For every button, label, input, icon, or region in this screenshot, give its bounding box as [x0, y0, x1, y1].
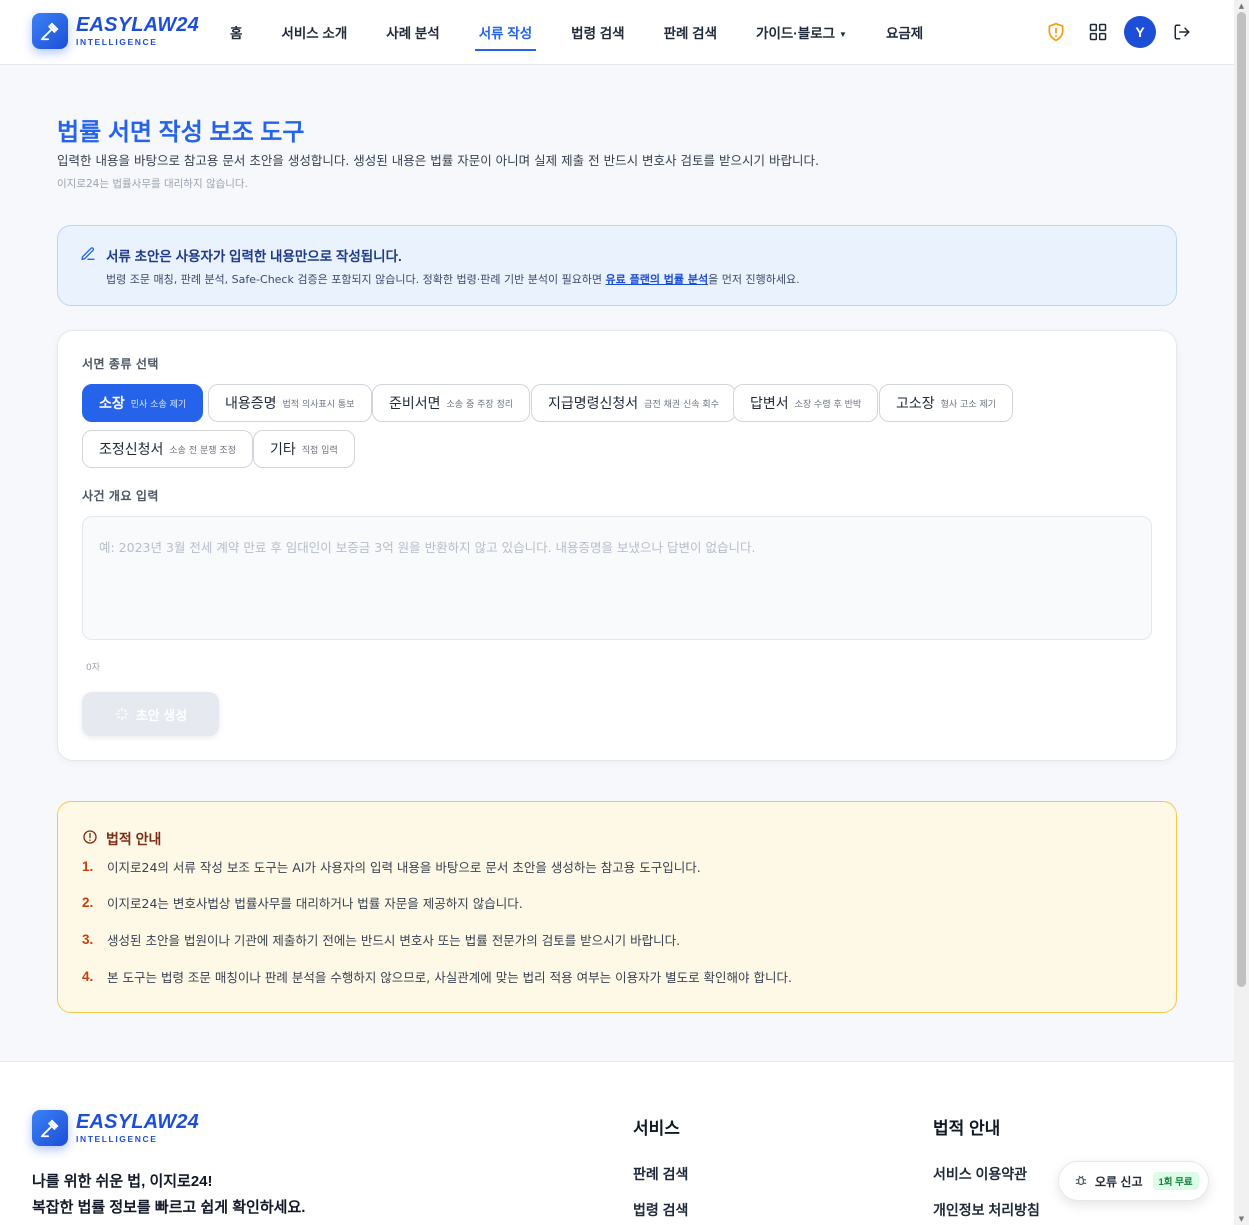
gavel-logo-icon — [32, 1110, 68, 1146]
chip-name: 소장 — [99, 395, 125, 411]
nav-document-writing[interactable]: 서류 작성 — [474, 18, 537, 51]
paid-plan-analysis-link[interactable]: 유료 플랜의 법률 분석 — [606, 273, 709, 286]
logo-sub: INTELLIGENCE — [76, 37, 158, 48]
chip-name: 고소장 — [896, 395, 935, 411]
legal-item-num: 3. — [82, 932, 94, 947]
edit-note-icon — [80, 246, 96, 266]
chevron-down-icon: ▼ — [839, 29, 847, 39]
main-nav: 홈 서비스 소개 사례 분석 서류 작성 법령 검색 판례 검색 가이드·블로그… — [226, 0, 958, 64]
chip-name: 답변서 — [750, 395, 789, 411]
nav-case-analysis[interactable]: 사례 분석 — [382, 18, 443, 46]
footer: EASYLAW24 INTELLIGENCE 나를 위한 쉬운 법, 이지로24… — [0, 1061, 1234, 1225]
notice-body-before: 법령 조문 매칭, 판례 분석, Safe-Check 검증은 포함되지 않습니… — [106, 273, 606, 286]
case-summary-label: 사건 개요 입력 — [82, 489, 159, 503]
legal-item: 2. 이지로24는 변호사법상 법률사무를 대리하거나 법률 자문을 제공하지 … — [82, 893, 523, 912]
nav-precedent-search[interactable]: 판례 검색 — [660, 18, 721, 46]
footer-link-terms[interactable]: 서비스 이용약관 — [933, 1164, 1027, 1184]
footer-link-precedent-search[interactable]: 판례 검색 — [633, 1164, 688, 1184]
legal-item: 3. 생성된 초안을 법원이나 기관에 제출하기 전에는 반드시 변호사 또는 … — [82, 930, 680, 949]
doc-type-chip-answer[interactable]: 답변서 소장 수령 후 반박 — [733, 384, 879, 422]
chip-name: 지급명령신청서 — [548, 395, 639, 411]
free-badge: 1회 무료 — [1152, 1172, 1199, 1190]
chip-desc: 금전 채권 신속 회수 — [644, 399, 719, 410]
chip-desc: 소송 중 주장 정리 — [446, 399, 514, 410]
notice-body-after: 을 먼저 진행하세요. — [708, 273, 800, 286]
gavel-logo-icon — [32, 13, 68, 49]
chip-desc: 형사 고소 제기 — [940, 399, 997, 410]
nav-law-search[interactable]: 법령 검색 — [567, 18, 628, 46]
nav-service-intro[interactable]: 서비스 소개 — [277, 18, 351, 46]
logout-icon[interactable] — [1166, 16, 1198, 48]
nav-pricing[interactable]: 요금제 — [882, 18, 927, 46]
footer-link-law-search[interactable]: 법령 검색 — [633, 1200, 688, 1220]
legal-item-num: 2. — [82, 895, 94, 910]
doc-type-chip-mediation[interactable]: 조정신청서 소송 전 분쟁 조정 — [82, 430, 253, 468]
legal-item-num: 4. — [82, 969, 94, 984]
avatar[interactable]: Y — [1124, 16, 1156, 48]
legal-item-num: 1. — [82, 859, 94, 874]
shield-alert-icon[interactable] — [1040, 16, 1072, 48]
footer-slogan-line1: 나를 위한 쉬운 법, 이지로24! — [32, 1173, 213, 1190]
notice-title: 서류 초안은 사용자가 입력한 내용만으로 작성됩니다. — [106, 249, 402, 264]
char-count: 0자 — [86, 663, 101, 673]
header-actions: Y — [1030, 16, 1198, 48]
footer-logo[interactable]: EASYLAW24 INTELLIGENCE — [32, 1110, 199, 1146]
doc-type-chip-complaint[interactable]: 소장 민사 소송 제기 — [82, 384, 204, 422]
generate-draft-label: 초안 생성 — [135, 707, 188, 723]
logo-name: EASYLAW24 — [76, 14, 199, 37]
error-report-button[interactable]: 오류 신고 1회 무료 — [1058, 1161, 1209, 1201]
top-header: EASYLAW24 INTELLIGENCE 홈 서비스 소개 사례 분석 서류… — [0, 0, 1234, 65]
bug-icon — [1075, 1175, 1087, 1186]
chip-desc: 소장 수령 후 반박 — [794, 399, 862, 410]
page-description: 입력한 내용을 바탕으로 참고용 문서 초안을 생성합니다. 생성된 내용은 법… — [57, 153, 819, 168]
chip-name: 내용증명 — [225, 395, 277, 411]
chip-desc: 소송 전 분쟁 조정 — [169, 445, 236, 456]
chip-desc: 민사 소송 제기 — [130, 399, 187, 410]
info-notice: 서류 초안은 사용자가 입력한 내용만으로 작성됩니다. 법령 조문 매칭, 판… — [57, 225, 1177, 306]
doc-type-chip-certified-mail[interactable]: 내용증명 법적 의사표시 통보 — [208, 384, 372, 422]
document-form-card: 서면 종류 선택 소장 민사 소송 제기 내용증명 법적 의사표시 통보 준비서… — [57, 330, 1177, 761]
scroll-down-arrow-icon[interactable]: ▼ — [1237, 1215, 1246, 1223]
page-title: 법률 서면 작성 보조 도구 — [57, 119, 305, 146]
chip-desc: 직접 입력 — [301, 445, 338, 456]
footer-slogan-line2: 복잡한 법률 정보를 빠르고 쉽게 확인하세요. — [32, 1199, 306, 1216]
footer-service-title: 서비스 — [633, 1119, 680, 1138]
doc-type-chip-other[interactable]: 기타 직접 입력 — [253, 430, 355, 468]
grid-apps-icon[interactable] — [1082, 16, 1114, 48]
nav-guide-blog[interactable]: 가이드·블로그 ▼ — [752, 18, 851, 46]
page-scrollbar[interactable]: ▲ ▼ — [1234, 0, 1249, 1225]
footer-link-privacy[interactable]: 개인정보 처리방침 — [933, 1200, 1040, 1220]
logo[interactable]: EASYLAW24 INTELLIGENCE — [32, 13, 199, 49]
legal-notice-title: 법적 안내 — [106, 831, 162, 847]
alert-circle-icon — [82, 829, 98, 849]
nav-home[interactable]: 홈 — [226, 18, 246, 46]
sparkle-icon — [115, 707, 129, 721]
chip-name: 기타 — [270, 441, 296, 457]
legal-item-text: 본 도구는 법령 조문 매칭이나 판례 분석을 수행하지 않으므로, 사실관계에… — [107, 970, 792, 985]
doc-type-chip-preparatory-brief[interactable]: 준비서면 소송 중 주장 정리 — [372, 384, 531, 422]
nav-guide-blog-label: 가이드·블로그 — [756, 26, 836, 41]
doc-type-chip-criminal-complaint[interactable]: 고소장 형사 고소 제기 — [879, 384, 1014, 422]
logo-name: EASYLAW24 — [76, 1111, 199, 1134]
case-summary-input[interactable]: 예: 2023년 3월 전세 계약 만료 후 임대인이 보증금 3억 원을 반환… — [82, 516, 1152, 640]
doc-type-chip-payment-order[interactable]: 지급명령신청서 금전 채권 신속 회수 — [531, 384, 736, 422]
doc-type-label: 서면 종류 선택 — [82, 357, 159, 371]
scroll-up-arrow-icon[interactable]: ▲ — [1237, 2, 1246, 10]
scroll-thumb[interactable] — [1237, 12, 1246, 987]
generate-draft-button[interactable]: 초안 생성 — [82, 692, 219, 736]
error-report-label: 오류 신고 — [1095, 1174, 1143, 1189]
chip-name: 준비서면 — [389, 395, 441, 411]
notice-body: 법령 조문 매칭, 판례 분석, Safe-Check 검증은 포함되지 않습니… — [106, 271, 800, 287]
legal-item: 1. 이지로24의 서류 작성 보조 도구는 AI가 사용자의 입력 내용을 바… — [82, 857, 701, 876]
chip-name: 조정신청서 — [99, 441, 164, 457]
legal-item-text: 이지로24의 서류 작성 보조 도구는 AI가 사용자의 입력 내용을 바탕으로… — [107, 860, 701, 875]
legal-item-text: 생성된 초안을 법원이나 기관에 제출하기 전에는 반드시 변호사 또는 법률 … — [107, 933, 681, 948]
page-note: 이지로24는 법률사무를 대리하지 않습니다. — [57, 178, 248, 190]
logo-sub: INTELLIGENCE — [76, 1134, 158, 1145]
legal-notice: 법적 안내 1. 이지로24의 서류 작성 보조 도구는 AI가 사용자의 입력… — [57, 801, 1177, 1013]
chip-desc: 법적 의사표시 통보 — [282, 399, 355, 410]
footer-legal-title: 법적 안내 — [933, 1119, 1001, 1138]
legal-item: 4. 본 도구는 법령 조문 매칭이나 판례 분석을 수행하지 않으므로, 사실… — [82, 967, 792, 986]
legal-item-text: 이지로24는 변호사법상 법률사무를 대리하거나 법률 자문을 제공하지 않습니… — [107, 896, 523, 911]
